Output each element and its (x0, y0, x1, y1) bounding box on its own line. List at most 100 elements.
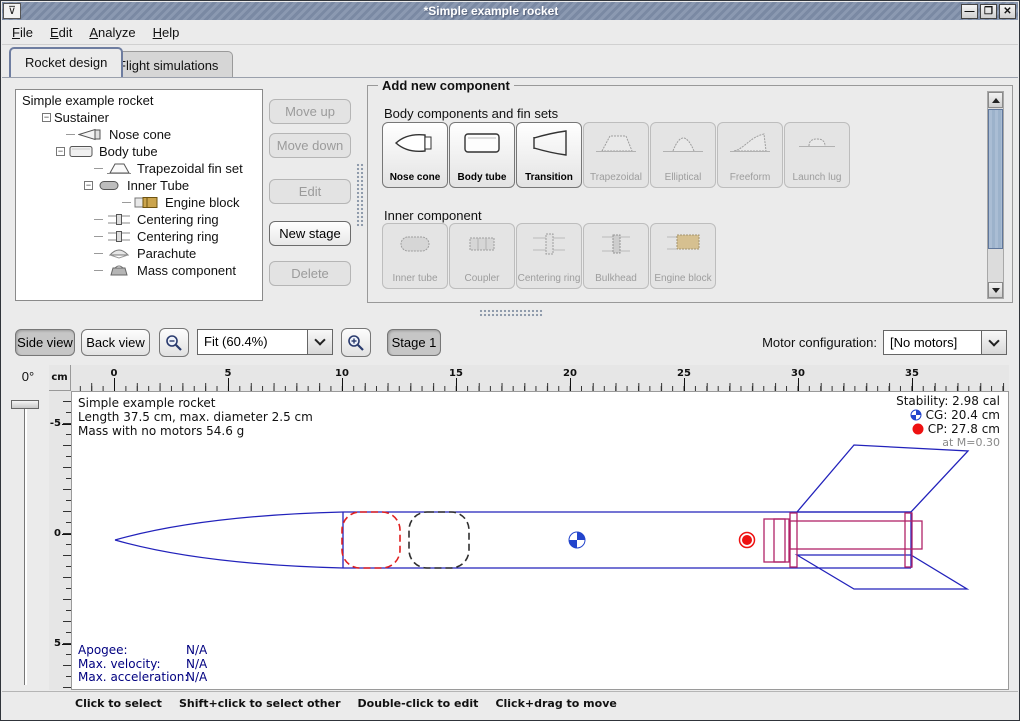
move-down-button[interactable]: Move down (269, 133, 351, 158)
add-engine-block-button[interactable]: Engine block (650, 223, 716, 289)
tree-item-inner-tube[interactable]: − Inner Tube (18, 177, 262, 194)
add-centering-ring-button[interactable]: Centering ring (516, 223, 582, 289)
add-coupler-button[interactable]: Coupler (449, 223, 515, 289)
horizontal-ruler: 0 5 10 15 20 25 30 35 (71, 365, 1009, 391)
rotation-angle-label: 0° (13, 369, 43, 384)
parachute-icon (106, 247, 132, 260)
tree-item-engine-block[interactable]: Engine block (18, 194, 262, 211)
tree-item-sustainer[interactable]: − Sustainer (18, 109, 262, 126)
component-button-label: Transition (525, 173, 573, 183)
rotation-slider-handle[interactable] (11, 400, 39, 409)
tree-item-label: Nose cone (109, 127, 171, 142)
tree-item-rocket[interactable]: Simple example rocket (18, 92, 262, 109)
scrollbar-thumb[interactable] (988, 109, 1003, 249)
delete-button[interactable]: Delete (269, 261, 351, 286)
minimize-button[interactable]: — (961, 4, 978, 19)
add-nose-cone-button[interactable]: Nose cone (382, 122, 448, 188)
stability-value: Stability: 2.98 cal (896, 394, 1000, 408)
rocket-outline[interactable] (115, 445, 968, 589)
rocket-canvas[interactable]: Simple example rocket Length 37.5 cm, ma… (71, 391, 1009, 690)
side-view-button[interactable]: Side view (15, 329, 75, 356)
tree-item-parachute[interactable]: Parachute (18, 245, 262, 262)
max-velocity-label: Max. velocity: (78, 657, 161, 671)
menu-help[interactable]: Help (151, 23, 189, 42)
add-elliptical-fin-button[interactable]: Elliptical (650, 122, 716, 188)
add-transition-button[interactable]: Transition (516, 122, 582, 188)
motor-configuration-select[interactable]: [No motors] (883, 330, 1007, 355)
close-button[interactable]: ✕ (999, 4, 1016, 19)
upper-fin[interactable] (797, 445, 968, 512)
collapse-icon[interactable]: − (42, 113, 51, 122)
stability-block: Stability: 2.98 cal CG: 20.4 cm CP: 27.8… (896, 394, 1000, 450)
rotation-slider-track[interactable] (24, 401, 27, 685)
window-menu-icon[interactable]: ⊽ (3, 3, 21, 19)
window-title: *Simple example rocket (21, 4, 961, 18)
move-up-button[interactable]: Move up (269, 99, 351, 124)
ruler-number: 0 (111, 368, 118, 379)
tree-item-centering-ring-2[interactable]: Centering ring (18, 228, 262, 245)
tree-branch (94, 270, 103, 271)
new-stage-button[interactable]: New stage (269, 221, 351, 246)
inner-tube-outline[interactable] (790, 521, 922, 549)
tree-item-label: Centering ring (137, 212, 219, 227)
add-body-tube-button[interactable]: Body tube (449, 122, 515, 188)
menu-edit[interactable]: Edit (48, 23, 81, 42)
chevron-down-icon[interactable] (981, 331, 1006, 354)
mach-note: at M=0.30 (896, 436, 1000, 450)
scroll-down-icon[interactable] (988, 282, 1003, 298)
scroll-up-icon[interactable] (988, 92, 1003, 108)
add-launch-lug-button[interactable]: Launch lug (784, 122, 850, 188)
ruler-tick (684, 378, 685, 391)
body-components-label: Body components and fin sets (384, 106, 558, 121)
add-inner-tube-button[interactable]: Inner tube (382, 223, 448, 289)
rocket-name: Simple example rocket (78, 396, 313, 410)
ruler-tick (114, 378, 115, 391)
tree-item-body-tube[interactable]: − Body tube (18, 143, 262, 160)
stage-1-toggle[interactable]: Stage 1 (387, 329, 441, 356)
tree-item-fin-set[interactable]: Trapezoidal fin set (18, 160, 262, 177)
tree-item-label: Parachute (137, 246, 196, 261)
cg-marker[interactable] (569, 532, 585, 548)
chevron-down-icon[interactable] (307, 330, 332, 354)
add-freeform-fin-button[interactable]: Freeform (717, 122, 783, 188)
inner-tube-shape-icon (393, 230, 437, 258)
tree-item-centering-ring-1[interactable]: Centering ring (18, 211, 262, 228)
menu-analyze[interactable]: Analyze (87, 23, 144, 42)
tree-item-nose-cone[interactable]: Nose cone (18, 126, 262, 143)
edit-button[interactable]: Edit (269, 179, 351, 204)
add-bulkhead-button[interactable]: Bulkhead (583, 223, 649, 289)
menu-file[interactable]: File (10, 23, 42, 42)
nose-cone-shape-icon (393, 129, 437, 157)
component-scrollbar[interactable] (987, 91, 1004, 299)
mass-component-outline[interactable] (409, 512, 469, 568)
tree-branch (94, 253, 103, 254)
tab-rocket-design[interactable]: Rocket design (9, 47, 123, 77)
parachute-outline[interactable] (342, 512, 400, 568)
hint-double-click: Double-click to edit (358, 697, 479, 719)
ruler-number: 0 (54, 528, 61, 539)
add-trapezoidal-fin-button[interactable]: Trapezoidal (583, 122, 649, 188)
vertical-splitter-handle[interactable] (356, 163, 364, 227)
collapse-icon[interactable]: − (84, 181, 93, 190)
lower-fin[interactable] (797, 555, 967, 589)
horizontal-splitter-handle[interactable] (479, 309, 543, 317)
zoom-out-button[interactable] (159, 328, 189, 357)
tree-item-mass-component[interactable]: Mass component (18, 262, 262, 279)
zoom-select[interactable]: Fit (60.4%) (197, 329, 333, 355)
ruler-number: 5 (225, 368, 232, 379)
back-view-button[interactable]: Back view (81, 329, 150, 356)
add-component-group: Add new component Body components and fi… (367, 85, 1013, 303)
maximize-button[interactable]: ❒ (980, 4, 997, 19)
max-velocity-value: N/A (186, 658, 207, 672)
collapse-icon[interactable]: − (56, 147, 65, 156)
cg-legend-icon (910, 409, 922, 421)
cp-marker[interactable] (740, 533, 755, 548)
elliptical-fin-shape-icon (661, 129, 705, 157)
cp-value: CP: 27.8 cm (928, 422, 1000, 436)
apogee-label: Apogee: (78, 643, 128, 657)
max-acceleration-label: Max. acceleration: (78, 670, 188, 684)
motor-mount-components[interactable] (764, 513, 922, 567)
zoom-in-button[interactable] (341, 328, 371, 357)
bulkhead-shape-icon (594, 230, 638, 258)
component-tree[interactable]: Simple example rocket − Sustainer Nose c… (15, 89, 263, 301)
